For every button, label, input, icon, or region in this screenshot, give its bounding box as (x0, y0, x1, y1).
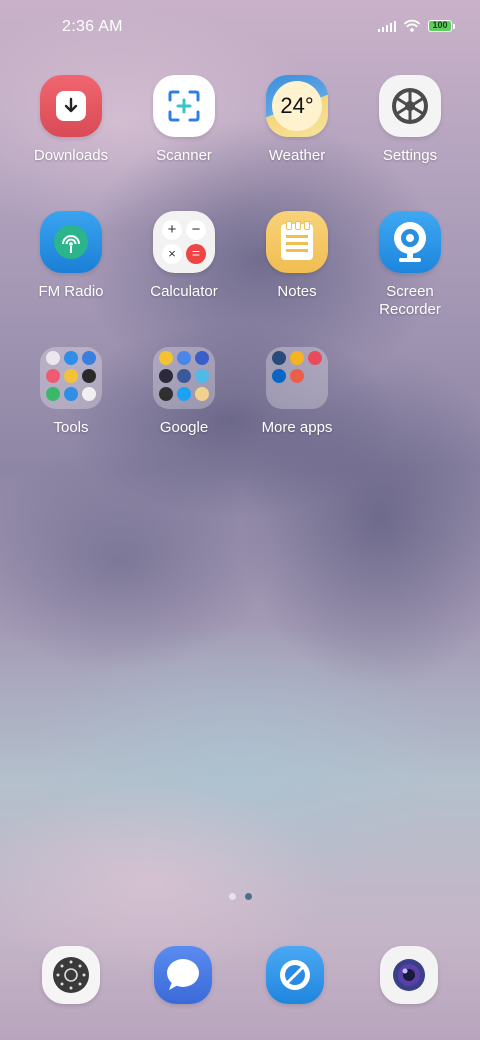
mini-app-icon (177, 351, 191, 365)
mini-app-icon (290, 369, 304, 383)
folder-more-apps[interactable]: More apps (241, 347, 353, 437)
folder-label: Google (159, 419, 209, 436)
app-scanner[interactable]: Scanner (128, 75, 240, 165)
dock-camera[interactable] (380, 946, 438, 1004)
mini-app-icon (272, 351, 286, 365)
mini-app-icon (308, 351, 322, 365)
mini-app-icon (64, 387, 78, 401)
app-label: Downloads (33, 147, 109, 164)
status-time: 2:36 AM (62, 18, 123, 35)
status-bar: 2:36 AM 100 (0, 0, 480, 56)
mini-app-icon (159, 351, 173, 365)
scanner-icon (153, 75, 215, 137)
app-label: Weather (268, 147, 326, 164)
gear-icon (379, 75, 441, 137)
mini-app-icon (195, 351, 209, 365)
app-label: Screen Recorder (379, 283, 441, 318)
app-notes[interactable]: Notes (241, 211, 353, 301)
app-downloads[interactable]: Downloads (15, 75, 127, 165)
app-settings[interactable]: Settings (354, 75, 466, 165)
folder-icon (153, 347, 215, 409)
message-bubble-icon (167, 959, 199, 990)
app-label: Scanner (156, 147, 212, 164)
app-label: FM Radio (38, 283, 104, 300)
mini-app-icon (195, 387, 209, 401)
app-fm-radio[interactable]: FM Radio (15, 211, 127, 301)
folder-label: More apps (261, 419, 333, 436)
app-calculator[interactable]: + − × = Calculator (128, 211, 240, 301)
status-icons: 100 (378, 19, 455, 32)
weather-icon: 24° (266, 75, 328, 137)
browser-icon (280, 960, 310, 990)
app-screen-recorder[interactable]: Screen Recorder (354, 211, 466, 319)
calculator-icon: + − × = (153, 211, 215, 273)
mini-app-icon (177, 369, 191, 383)
dock-browser[interactable] (266, 946, 324, 1004)
folder-tools[interactable]: Tools (15, 347, 127, 437)
mini-app-icon (46, 387, 60, 401)
app-label: Settings (382, 147, 438, 164)
mini-app-icon (82, 387, 96, 401)
battery-level: 100 (432, 19, 448, 30)
mini-app-icon (82, 351, 96, 365)
folder-icon (266, 347, 328, 409)
page-dot[interactable] (228, 893, 236, 900)
dock-messages[interactable] (154, 946, 212, 1004)
radio-icon (40, 211, 102, 273)
folder-label: Tools (53, 419, 89, 436)
mini-app-icon (195, 369, 209, 383)
mini-app-icon (64, 369, 78, 383)
folder-google[interactable]: Google (128, 347, 240, 437)
mini-app-icon (64, 351, 78, 365)
folder-icon (40, 347, 102, 409)
app-weather[interactable]: 24° Weather (241, 75, 353, 165)
signal-icon (378, 20, 396, 32)
mini-app-icon (272, 369, 286, 383)
camera-lens-icon (393, 959, 425, 991)
mini-app-icon (46, 369, 60, 383)
mini-app-icon (177, 387, 191, 401)
dialpad-icon (53, 957, 89, 993)
battery-icon: 100 (428, 19, 455, 32)
mini-app-icon (82, 369, 96, 383)
dock-phone[interactable] (42, 946, 100, 1004)
page-indicator (0, 893, 480, 900)
page-dot-active[interactable] (244, 893, 252, 900)
notes-icon (266, 211, 328, 273)
mini-app-icon (159, 387, 173, 401)
mini-app-icon (46, 351, 60, 365)
app-label: Notes (277, 283, 317, 300)
mini-app-icon (159, 369, 173, 383)
mini-app-icon (290, 351, 304, 365)
wifi-icon (404, 19, 420, 32)
app-label: Calculator (150, 283, 218, 300)
screen-recorder-icon (379, 211, 441, 273)
weather-temperature: 24° (280, 93, 314, 118)
download-icon (40, 75, 102, 137)
